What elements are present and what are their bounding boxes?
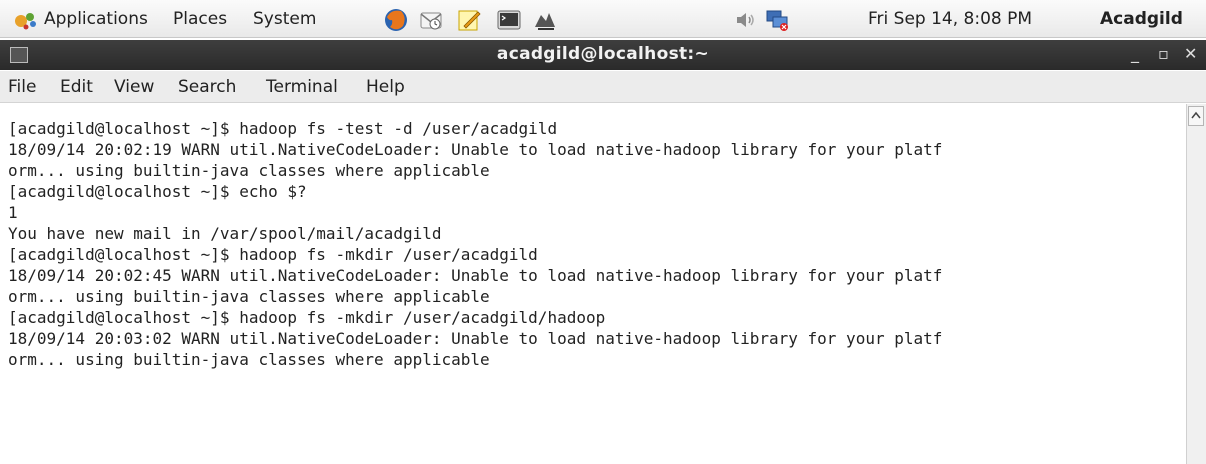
places-menu[interactable]: Places [173, 9, 227, 29]
terminal-line: orm... using builtin-java classes where … [8, 287, 490, 306]
menu-bar: File Edit View Search Terminal Help [0, 71, 1206, 103]
menu-search[interactable]: Search [178, 77, 236, 97]
terminal-line: [acadgild@localhost ~]$ echo $? [8, 182, 307, 201]
window-title: acadgild@localhost:~ [496, 44, 710, 64]
terminal-line: You have new mail in /var/spool/mail/aca… [8, 224, 442, 243]
menu-edit[interactable]: Edit [60, 77, 93, 97]
menu-file[interactable]: File [8, 77, 36, 97]
terminal-line: orm... using builtin-java classes where … [8, 350, 490, 369]
menu-help[interactable]: Help [366, 77, 405, 97]
applications-menu[interactable]: Applications [44, 9, 148, 29]
volume-icon[interactable] [734, 8, 758, 32]
terminal-line: orm... using builtin-java classes where … [8, 161, 490, 180]
vertical-scrollbar[interactable] [1186, 104, 1206, 464]
menu-terminal[interactable]: Terminal [266, 77, 338, 97]
clock[interactable]: Fri Sep 14, 8:08 PM [868, 9, 1032, 29]
terminal-output[interactable]: [acadgild@localhost ~]$ hadoop fs -test … [0, 104, 1186, 464]
minimize-button[interactable]: _ [1131, 44, 1139, 64]
terminal-line: [acadgild@localhost ~]$ hadoop fs -test … [8, 119, 558, 138]
system-menu[interactable]: System [253, 9, 316, 29]
menu-view[interactable]: View [114, 77, 154, 97]
terminal-line: 1 [8, 203, 18, 222]
close-button[interactable]: ✕ [1184, 44, 1197, 64]
maximize-button[interactable]: ▫ [1158, 44, 1169, 64]
terminal-icon[interactable] [496, 7, 522, 33]
gnome-foot-icon[interactable] [14, 9, 38, 31]
text-editor-icon[interactable] [456, 7, 482, 33]
scroll-up-arrow-icon[interactable] [1188, 106, 1204, 126]
screenshot-icon[interactable] [532, 7, 558, 33]
terminal-line: [acadgild@localhost ~]$ hadoop fs -mkdir… [8, 245, 538, 264]
user-menu[interactable]: Acadgild [1100, 9, 1183, 29]
terminal-line: 18/09/14 20:02:45 WARN util.NativeCodeLo… [8, 266, 943, 285]
window-title-bar[interactable]: acadgild@localhost:~ _ ▫ ✕ [0, 40, 1206, 70]
top-panel: Applications Places System Fri Sep 14, 8… [0, 0, 1206, 38]
terminal-line: [acadgild@localhost ~]$ hadoop fs -mkdir… [8, 308, 606, 327]
terminal-line: 18/09/14 20:02:19 WARN util.NativeCodeLo… [8, 140, 943, 159]
network-icon[interactable] [765, 8, 789, 32]
evolution-mail-icon[interactable] [418, 7, 444, 33]
terminal-line: 18/09/14 20:03:02 WARN util.NativeCodeLo… [8, 329, 943, 348]
firefox-icon[interactable] [383, 7, 409, 33]
